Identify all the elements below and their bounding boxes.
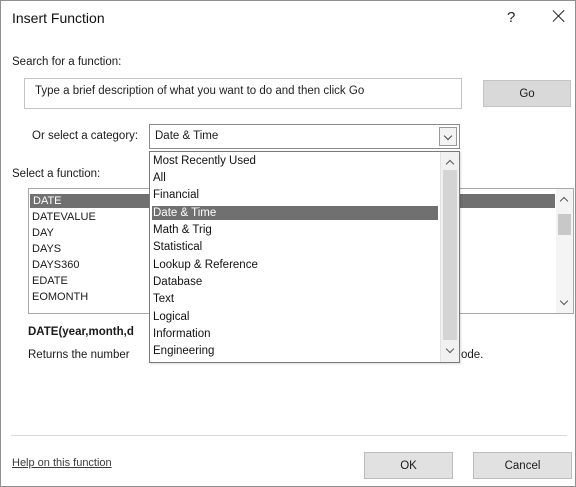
scrollbar-thumb[interactable]	[443, 170, 457, 340]
function-item[interactable]: DAY	[32, 226, 54, 240]
category-option[interactable]: Engineering	[152, 344, 438, 358]
scroll-down-icon[interactable]	[559, 296, 569, 306]
category-dropdown-scrollbar[interactable]	[440, 152, 459, 362]
help-on-function-link[interactable]: Help on this function	[12, 457, 112, 469]
category-option[interactable]: Statistical	[152, 240, 438, 254]
function-item[interactable]: EOMONTH	[32, 290, 88, 304]
category-option[interactable]: Database	[152, 275, 438, 289]
go-button[interactable]: Go	[483, 80, 571, 107]
scroll-down-icon[interactable]	[445, 344, 455, 354]
category-dropdown-list[interactable]: Most Recently Used All Financial Date & …	[149, 151, 460, 363]
close-icon[interactable]	[548, 5, 570, 27]
function-description-tail: ode.	[461, 349, 484, 361]
category-option[interactable]: Date & Time	[152, 206, 438, 220]
function-item[interactable]: DAYS360	[32, 258, 80, 272]
function-list-scrollbar[interactable]	[556, 189, 573, 313]
category-option[interactable]: Math & Trig	[152, 223, 438, 237]
category-option[interactable]: Information	[152, 327, 438, 341]
function-item[interactable]: DAYS	[32, 242, 61, 256]
chevron-down-icon[interactable]	[439, 127, 457, 146]
footer-divider	[11, 435, 567, 436]
category-option[interactable]: Most Recently Used	[152, 154, 438, 168]
function-signature: DATE(year,month,d	[28, 326, 134, 338]
category-label: Or select a category:	[32, 130, 139, 142]
category-option[interactable]: Logical	[152, 310, 438, 324]
search-input[interactable]: Type a brief description of what you wan…	[24, 78, 462, 109]
dialog-title: Insert Function	[12, 10, 105, 26]
cancel-button[interactable]: Cancel	[473, 452, 572, 479]
function-list-label: Select a function:	[12, 168, 101, 180]
category-option[interactable]: All	[152, 171, 438, 185]
category-option[interactable]: Financial	[152, 188, 438, 202]
help-button[interactable]: ?	[507, 9, 515, 26]
function-item[interactable]: DATEVALUE	[32, 210, 96, 224]
category-option[interactable]: Text	[152, 292, 438, 306]
function-item[interactable]: EDATE	[32, 274, 68, 288]
search-label: Search for a function:	[12, 56, 122, 68]
category-selected-value: Date & Time	[155, 130, 219, 142]
ok-button[interactable]: OK	[364, 452, 453, 479]
function-description: Returns the number	[28, 349, 130, 361]
insert-function-dialog: Insert Function ? Search for a function:…	[0, 0, 576, 487]
category-option[interactable]: Lookup & Reference	[152, 258, 438, 272]
category-select[interactable]: Date & Time	[149, 124, 460, 149]
scroll-up-icon[interactable]	[445, 159, 455, 169]
scrollbar-thumb[interactable]	[558, 214, 571, 235]
scroll-up-icon[interactable]	[559, 196, 569, 206]
